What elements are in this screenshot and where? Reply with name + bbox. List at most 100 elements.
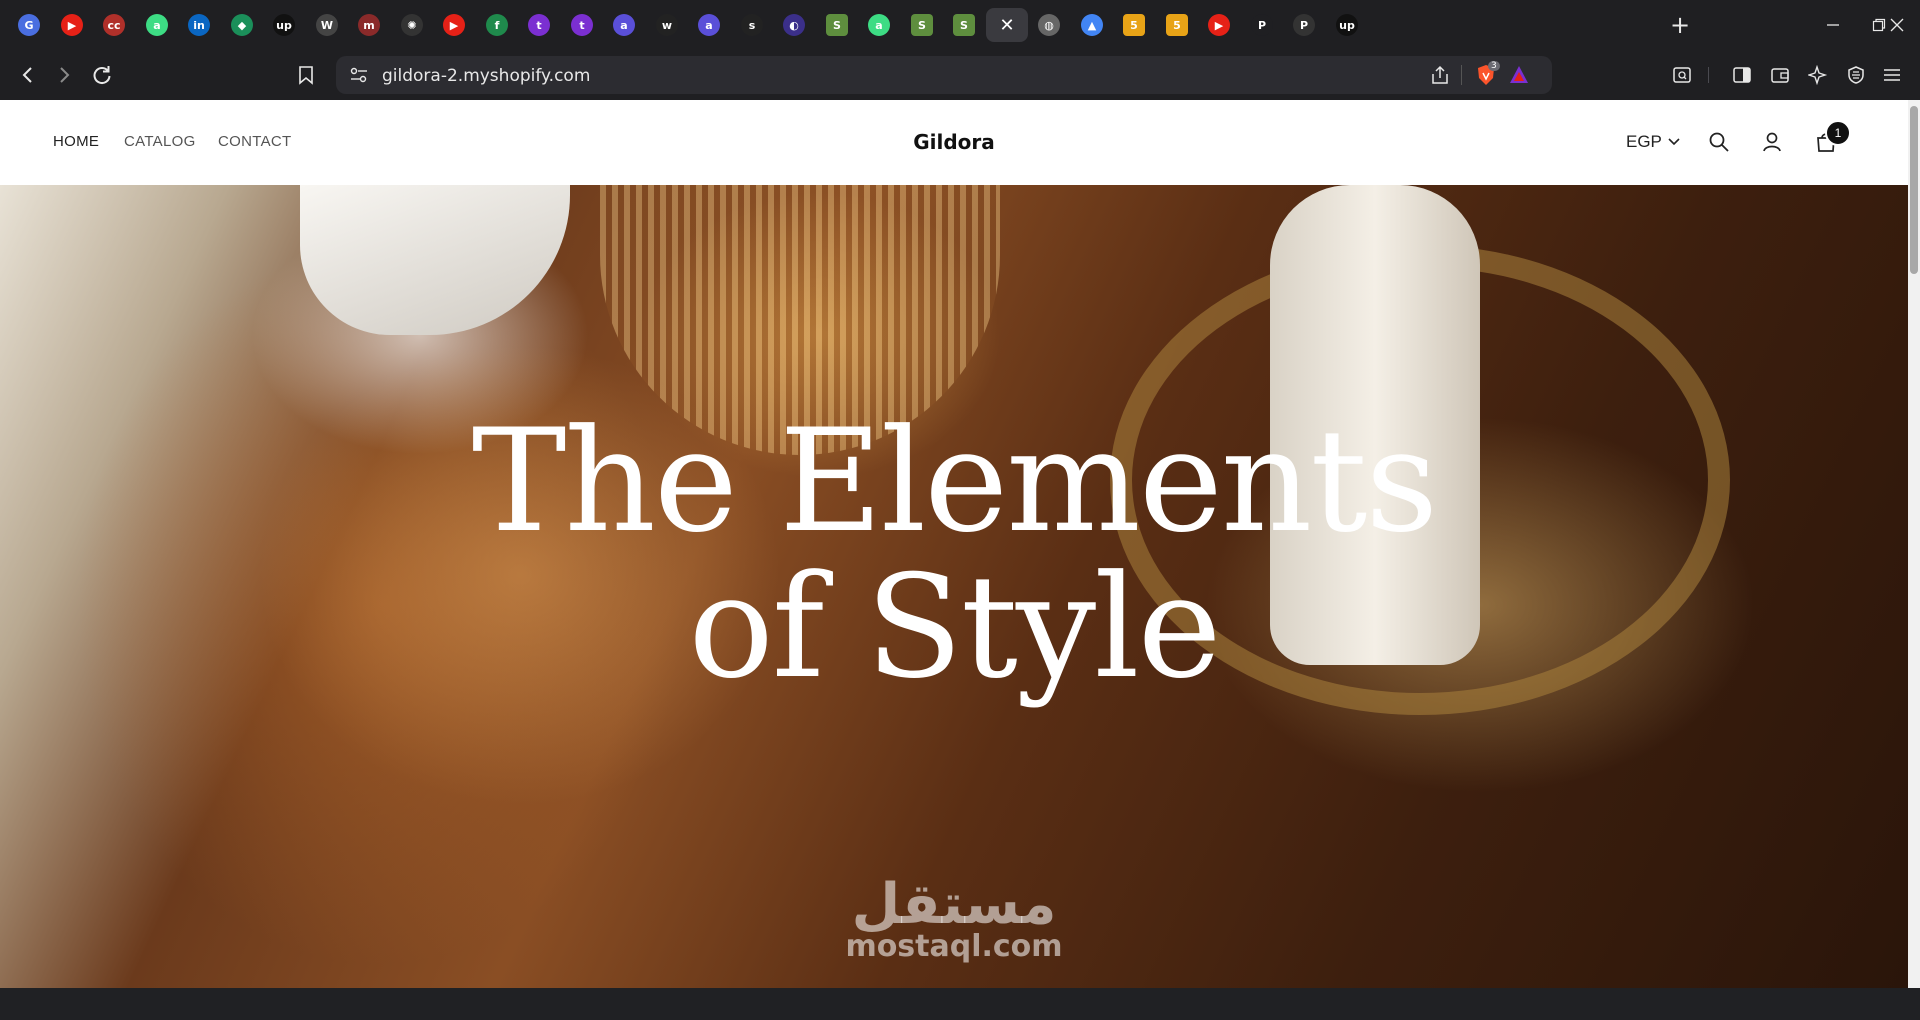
browser-tab[interactable]: G <box>8 8 50 42</box>
reader-mode-button[interactable] <box>1666 59 1698 91</box>
t-icon: t <box>528 14 550 36</box>
minimize-button[interactable] <box>1810 8 1856 42</box>
back-button[interactable] <box>12 59 44 91</box>
browser-tab[interactable]: up <box>263 8 305 42</box>
five-icon: 5 <box>1166 14 1188 36</box>
android-icon: a <box>146 14 168 36</box>
browser-tab[interactable]: W <box>306 8 348 42</box>
a-circle-icon: a <box>613 14 635 36</box>
youtube-icon: ▶ <box>61 14 83 36</box>
browser-tab[interactable]: a <box>603 8 645 42</box>
reload-icon <box>93 66 111 85</box>
tab-strip: + G ▶ cc a in ◆ up Wm ✺ ▶ f t t a w a s ◐ Sa S S ✕ ◍ ▲ 5 5 ▶ P Pup <box>0 0 1920 50</box>
search-button[interactable] <box>1705 128 1733 156</box>
close-window-button[interactable] <box>1874 8 1920 42</box>
account-button[interactable] <box>1758 128 1786 156</box>
currency-selector[interactable]: EGP <box>1626 132 1680 152</box>
shopify-icon: S <box>953 14 975 36</box>
toolbar-separator <box>1708 67 1709 83</box>
cart-count-badge: 1 <box>1825 120 1851 146</box>
nav-catalog[interactable]: CATALOG <box>124 133 196 150</box>
browser-tab[interactable]: ▶ <box>1198 8 1240 42</box>
wordpress-icon: W <box>316 14 338 36</box>
globe-icon: ◍ <box>1038 14 1060 36</box>
f-icon: f <box>486 14 508 36</box>
close-icon <box>1890 18 1904 32</box>
hero-title-line-2: of Style <box>688 545 1221 710</box>
brave-badge: 3 <box>1488 61 1500 71</box>
browser-tab[interactable]: f <box>476 8 518 42</box>
hero-title-line-1: The Elements <box>471 399 1439 564</box>
vpn-button[interactable] <box>1840 59 1872 91</box>
close-icon: ✕ <box>999 14 1015 36</box>
browser-tab[interactable]: ✺ <box>391 8 433 42</box>
ads-icon: ▲ <box>1081 14 1103 36</box>
browser-tab[interactable]: w <box>646 8 688 42</box>
browser-tab[interactable]: ◆ <box>221 8 263 42</box>
browser-tab[interactable]: a <box>688 8 730 42</box>
forward-arrow-icon <box>60 67 70 83</box>
p-icon: P <box>1251 14 1273 36</box>
browser-tab[interactable]: ▶ <box>51 8 93 42</box>
minimize-icon <box>1827 24 1839 26</box>
browser-tab[interactable]: a <box>858 8 900 42</box>
site-settings-icon[interactable] <box>350 67 368 83</box>
nav-contact[interactable]: CONTACT <box>218 133 291 150</box>
site-header: HOME CATALOG CONTACT Gildora EGP 1 <box>0 100 1908 185</box>
youtube-icon: ▶ <box>1208 14 1230 36</box>
share-icon[interactable] <box>1430 65 1450 85</box>
brave-shields-button[interactable]: 3 <box>1474 61 1500 87</box>
browser-tab[interactable]: cc <box>93 8 135 42</box>
menu-button[interactable] <box>1876 59 1908 91</box>
sidebar-button[interactable] <box>1726 59 1758 91</box>
omnibox-separator <box>1461 65 1462 85</box>
chevron-down-icon <box>1668 138 1680 146</box>
address-bar[interactable]: gildora-2.myshopify.com 3 <box>336 56 1552 94</box>
bookmark-button[interactable] <box>290 59 322 91</box>
reader-mode-icon <box>1673 67 1691 83</box>
android-icon: a <box>868 14 890 36</box>
browser-tab[interactable]: P <box>1283 8 1325 42</box>
t-icon: t <box>571 14 593 36</box>
forward-button[interactable] <box>48 59 80 91</box>
wallet-button[interactable] <box>1764 59 1796 91</box>
browser-tab[interactable]: t <box>518 8 560 42</box>
new-tab-button[interactable]: + <box>1666 11 1694 39</box>
reload-button[interactable] <box>86 59 118 91</box>
browser-tab[interactable]: ◐ <box>773 8 815 42</box>
mostaql-icon: m <box>358 14 380 36</box>
upwork-icon: up <box>273 14 295 36</box>
wix-icon: w <box>656 14 678 36</box>
shopify-icon: S <box>826 14 848 36</box>
browser-tab[interactable]: S <box>943 8 985 42</box>
currency-label: EGP <box>1626 132 1662 151</box>
url-text[interactable]: gildora-2.myshopify.com <box>382 66 590 86</box>
hero-shell-figure <box>300 185 570 335</box>
browser-tab[interactable]: up <box>1326 8 1368 42</box>
browser-tab[interactable]: in <box>178 8 220 42</box>
scrollbar-thumb[interactable] <box>1910 106 1918 274</box>
browser-tab[interactable]: ◍ <box>1028 8 1070 42</box>
browser-tab[interactable]: t <box>561 8 603 42</box>
browser-tab[interactable]: P <box>1241 8 1283 42</box>
browser-tab[interactable]: 5 <box>1113 8 1155 42</box>
browser-tab[interactable]: ▶ <box>433 8 475 42</box>
nav-home[interactable]: HOME <box>53 133 99 150</box>
browser-tab[interactable]: 5 <box>1156 8 1198 42</box>
browser-toolbar: gildora-2.myshopify.com 3 <box>0 50 1920 100</box>
browser-tab[interactable]: S <box>816 8 858 42</box>
brave-rewards-icon[interactable] <box>1508 64 1530 86</box>
user-icon <box>1763 132 1781 152</box>
browser-tab[interactable]: s <box>731 8 773 42</box>
web-page: HOME CATALOG CONTACT Gildora EGP 1 The E… <box>0 100 1908 988</box>
s-icon: s <box>741 14 763 36</box>
leo-ai-button[interactable] <box>1802 59 1834 91</box>
bookmark-icon <box>299 66 313 85</box>
browser-tab[interactable]: a <box>136 8 178 42</box>
page-scrollbar[interactable] <box>1908 100 1920 988</box>
browser-tab[interactable]: ✕ <box>986 8 1028 42</box>
browser-tab[interactable]: ▲ <box>1071 8 1113 42</box>
browser-tab[interactable]: m <box>348 8 390 42</box>
browser-tab[interactable]: S <box>901 8 943 42</box>
ai-sparkle-icon <box>1808 65 1828 85</box>
